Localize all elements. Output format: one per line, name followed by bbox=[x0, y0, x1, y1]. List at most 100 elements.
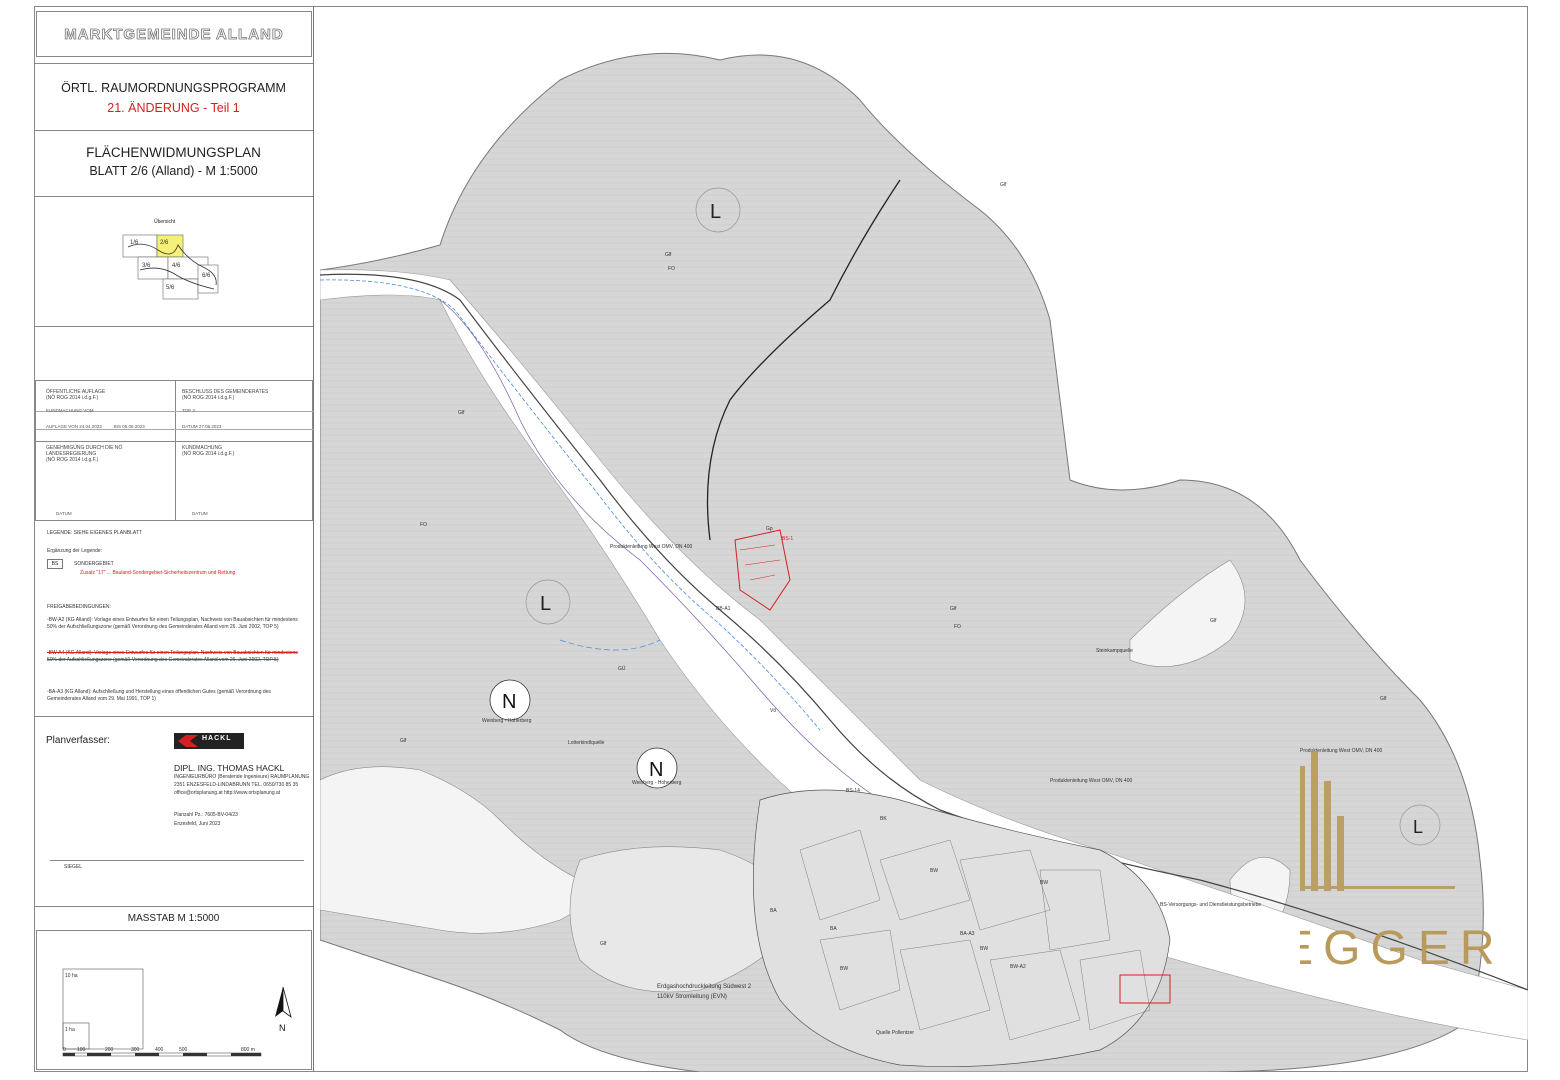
label-bba1: BB-A1 bbox=[716, 606, 731, 612]
approval-title: GENEHMIGUNG DURCH DIE NÖ LANDESREGIERUNG bbox=[46, 445, 123, 457]
approval-grid: ÖFFENTLICHE AUFLAGE (NÖ ROG 2014 i.d.g.F… bbox=[35, 380, 314, 521]
label-weinberg-2: Weinberg - Hoherberg bbox=[632, 780, 682, 786]
label-fo-2: FO bbox=[420, 522, 427, 528]
label-quelle-pollentzer: Quelle Pollentzer bbox=[876, 1030, 914, 1036]
zone-N-1: N bbox=[489, 679, 531, 721]
overview-map[interactable]: 1/6 2/6 3/6 4/6 5/6 6/6 bbox=[118, 225, 238, 305]
overview-sheet-6: 6/6 bbox=[202, 273, 211, 279]
public-display-cell: ÖFFENTLICHE AUFLAGE (NÖ ROG 2014 i.d.g.F… bbox=[46, 389, 172, 429]
scale-tick-0: 0 bbox=[63, 1047, 66, 1053]
label-pipeline-1: Produktenleitung West OMV, DN 400 bbox=[610, 544, 692, 550]
hackl-logo-icon bbox=[178, 735, 198, 747]
label-weinberg-1: Weinberg - Hoherberg bbox=[482, 718, 532, 724]
label-bw-4: BW bbox=[840, 966, 848, 972]
author-line3: office@ortsplanung.at http://www.ortspla… bbox=[174, 790, 281, 796]
title-panel: MARKTGEMEINDE ALLAND ÖRTL. RAUMORDNUNGSP… bbox=[34, 6, 314, 1072]
label-bs14: BS-14 bbox=[846, 788, 860, 794]
municipality-title: MARKTGEMEINDE ALLAND bbox=[36, 11, 312, 57]
overview-sheet-1: 1/6 bbox=[130, 240, 139, 246]
legend-red-note: Zusatz "17" ... Bauland-Sondergebiet-Sic… bbox=[80, 570, 236, 576]
author-line2: 2351 ENZESFELD-LINDABRUNN TEL. 0650/730 … bbox=[174, 782, 299, 788]
program-title: ÖRTL. RAUMORDNUNGSPROGRAMM bbox=[61, 81, 286, 95]
legend-note: LEGENDE: SIEHE EIGENES PLANBLATT bbox=[47, 530, 142, 536]
label-power-line: 110kV Stromleitung (EVN) bbox=[657, 994, 727, 1000]
label-baa3: BA-A3 bbox=[960, 931, 975, 937]
seal-label: SIEGEL bbox=[64, 864, 83, 870]
svg-text:N: N bbox=[649, 759, 663, 781]
kaltenegger-watermark: KALTENEGGER bbox=[1300, 751, 1505, 975]
label-bs-versorgung: BS-Versorgungs- und Dienstleistungsbetri… bbox=[1160, 902, 1261, 908]
council-law: (NÖ ROG 2014 i.d.g.F.) bbox=[182, 395, 235, 401]
council-date: DATUM 27.06.2023 bbox=[182, 424, 222, 429]
amendment-label: 21. ÄNDERUNG - Teil 1 bbox=[107, 101, 240, 115]
area-big-label: 10 ha bbox=[65, 973, 78, 979]
publication-date-label: DATUM bbox=[192, 511, 208, 516]
label-bwa2: BW-A2 bbox=[1010, 964, 1026, 970]
public-display-law: (NÖ ROG 2014 i.d.g.F.) bbox=[46, 395, 99, 401]
label-glf-4: Glf bbox=[1210, 618, 1217, 624]
label-vo: Vö bbox=[770, 708, 776, 714]
label-glf-1: Glf bbox=[665, 252, 672, 258]
hackl-logo: HACKL bbox=[174, 733, 244, 749]
plan-number: Planzahl Pz.: 7605-BV-04/23 bbox=[174, 812, 238, 818]
scale-tick-200: 200 bbox=[105, 1047, 114, 1053]
area-10ha bbox=[62, 968, 144, 1050]
watermark-text: KALTENEGGER bbox=[1300, 922, 1505, 975]
label-glf-8: Glf bbox=[600, 941, 607, 947]
label-lotterkindlquelle: Lotterkindlquelle bbox=[568, 740, 605, 746]
label-glf-2: Glf bbox=[458, 410, 465, 416]
label-pipeline-3: Produktenleitung West OMV, DN 400 bbox=[1050, 778, 1132, 784]
label-glf-6: Glf bbox=[1000, 182, 1007, 188]
scale-box: 10 ha 1 ha 0 100 200 300 400 500 800 m N bbox=[36, 930, 312, 1070]
watermark-bars-icon bbox=[1300, 751, 1455, 891]
public-display-to: BIS 05.06.2023 bbox=[113, 424, 145, 429]
condition-1: -BW-A2 (KG Alland): Vorlage eines Entwur… bbox=[47, 617, 298, 631]
overview-box: Übersicht 1/6 2/6 3/6 4/6 5/6 6/6 bbox=[34, 197, 313, 327]
scale-tick-500: 500 bbox=[179, 1047, 188, 1053]
label-ba-2: BA bbox=[830, 926, 837, 932]
scale-tick-800: 800 m bbox=[241, 1047, 255, 1053]
plan-box: FLÄCHENWIDMUNGSPLAN BLATT 2/6 (Alland) -… bbox=[34, 131, 313, 197]
program-box: ÖRTL. RAUMORDNUNGSPROGRAMM 21. ÄNDERUNG … bbox=[34, 63, 313, 131]
public-display-from: AUFLAGE VON 24.04.2023 bbox=[46, 424, 102, 429]
publication-cell: KUNDMACHUNG (NÖ ROG 2014 i.d.g.F.) DATUM bbox=[182, 445, 308, 516]
label-ba-1: BA bbox=[770, 908, 777, 914]
author-label: Planverfasser: bbox=[46, 735, 110, 746]
council-top: TOP 3 bbox=[182, 408, 195, 413]
overview-sheet-4: 4/6 bbox=[172, 263, 181, 269]
place-date: Enzesfeld, Juni 2023 bbox=[174, 821, 221, 827]
label-glf-5: Glf bbox=[400, 738, 407, 744]
label-fo-1: FO bbox=[668, 266, 675, 272]
label-fo-3: FO bbox=[954, 624, 961, 630]
label-glf-3: Glf bbox=[950, 606, 957, 612]
label-bk: BK bbox=[880, 816, 887, 822]
north-arrow-icon bbox=[275, 986, 292, 1019]
approval-date-label: DATUM bbox=[56, 511, 72, 516]
label-gu: GÜ bbox=[618, 665, 626, 672]
condition-3: -BA-A3 (KG Alland): Aufschließung und He… bbox=[47, 689, 271, 703]
sheet-label: BLATT 2/6 (Alland) - M 1:5000 bbox=[89, 164, 258, 178]
north-label: N bbox=[279, 1023, 286, 1033]
label-steinkampquelle: Steinkampquelle bbox=[1096, 648, 1133, 654]
label-bw-2: BW bbox=[1040, 880, 1048, 886]
area-small-label: 1 ha bbox=[65, 1027, 75, 1033]
label-bw-1: BW bbox=[930, 868, 938, 874]
svg-text:L: L bbox=[540, 593, 551, 615]
label-gas-line: Erdgashochdruckleitung Südwest 2 bbox=[657, 984, 752, 990]
map-area[interactable]: L L L N N Weinberg - Hoherberg Weinberg … bbox=[320, 6, 1528, 1072]
overview-sheet-5: 5/6 bbox=[166, 285, 175, 291]
label-bs1: BS-1 bbox=[782, 536, 793, 542]
svg-text:L: L bbox=[710, 201, 721, 223]
plan-title: FLÄCHENWIDMUNGSPLAN bbox=[86, 145, 261, 160]
approval-law: (NÖ ROG 2014 i.d.g.F.) bbox=[46, 457, 99, 463]
council-cell: BESCHLUSS DES GEMEINDERATES (NÖ ROG 2014… bbox=[182, 389, 308, 429]
approval-cell: GENEHMIGUNG DURCH DIE NÖ LANDESREGIERUNG… bbox=[46, 445, 172, 516]
author-name: DIPL. ING. THOMAS HACKL bbox=[174, 763, 285, 773]
conditions-title: FREIGABEBEDINGUNGEN: bbox=[47, 604, 111, 610]
legend-supplement: Ergänzung der Legende: bbox=[47, 548, 103, 554]
publication-law: (NÖ ROG 2014 i.d.g.F.) bbox=[182, 451, 235, 457]
condition-2: -BW-A4 (KG Alland): Vorlage eines Entwur… bbox=[47, 650, 298, 664]
scale-tick-300: 300 bbox=[131, 1047, 140, 1053]
legend-code-label: SONDERGEBIET bbox=[74, 561, 114, 567]
scale-title: MASSTAB M 1:5000 bbox=[127, 913, 220, 924]
